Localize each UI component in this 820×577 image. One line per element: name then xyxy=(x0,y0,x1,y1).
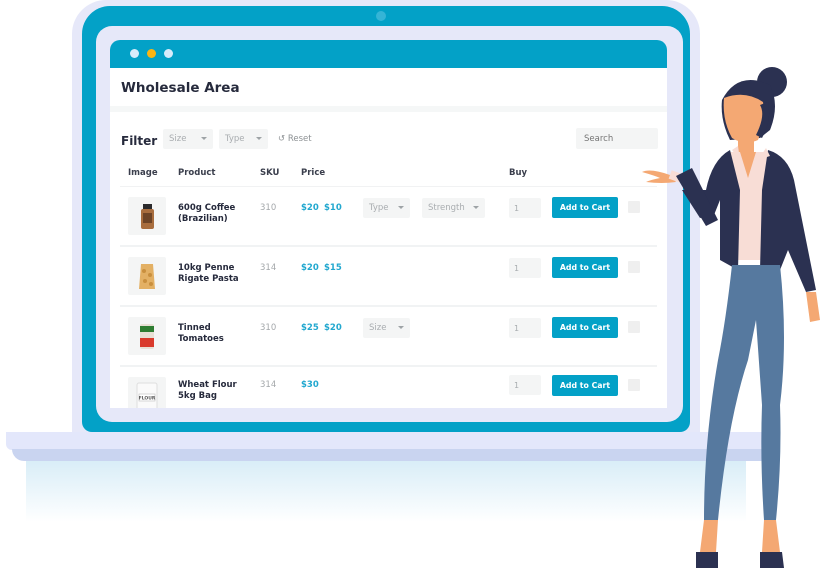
minimize-dot-icon[interactable] xyxy=(147,49,156,58)
table-row: 600g Coffee (Brazilian) 310 $20 $10 Type… xyxy=(120,187,657,247)
coffee-jar-image xyxy=(128,197,166,235)
tomato-can-image xyxy=(128,317,166,355)
add-to-cart-button[interactable]: Add to Cart xyxy=(552,257,618,278)
price-original: $25 xyxy=(301,323,319,333)
product-name[interactable]: Wheat Flour 5kg Bag xyxy=(178,380,253,402)
pasta-bag-image xyxy=(128,257,166,295)
type-option-select[interactable]: Type xyxy=(363,198,410,218)
flour-bag-image: FLOUR xyxy=(128,377,166,408)
size-option-select[interactable]: Size xyxy=(363,318,410,338)
column-header-price: Price xyxy=(301,168,326,178)
reset-button[interactable]: ↺ Reset xyxy=(278,134,312,144)
type-filter-select[interactable]: Type xyxy=(219,129,268,149)
quantity-input[interactable] xyxy=(509,375,541,395)
chevron-down-icon xyxy=(473,206,479,209)
price-wholesale: $20 xyxy=(324,323,342,333)
chevron-down-icon xyxy=(398,326,404,329)
camera-icon xyxy=(376,11,386,21)
strength-option-select[interactable]: Strength xyxy=(422,198,485,218)
filter-label: Filter xyxy=(121,134,158,148)
right-shoe xyxy=(760,552,784,568)
column-header-buy: Buy xyxy=(509,168,528,178)
table-row: Tinned Tomatoes 310 $25 $20 Size Add to … xyxy=(120,307,657,367)
size-filter-select[interactable]: Size xyxy=(163,129,213,149)
woman-presenting-illustration xyxy=(642,67,820,568)
chevron-down-icon xyxy=(201,137,207,140)
quantity-input[interactable] xyxy=(509,198,541,218)
table-row: 10kg Penne Rigate Pasta 314 $20 $15 Add … xyxy=(120,247,657,307)
add-to-cart-button[interactable]: Add to Cart xyxy=(552,317,618,338)
page-title: Wholesale Area xyxy=(121,80,240,96)
price-wholesale: $15 xyxy=(324,263,342,273)
price-original: $20 xyxy=(301,203,319,213)
quantity-input[interactable] xyxy=(509,258,541,278)
add-to-cart-button[interactable]: Add to Cart xyxy=(552,197,618,218)
undo-icon: ↺ xyxy=(278,134,286,144)
left-shoe xyxy=(696,552,718,568)
chevron-down-icon xyxy=(256,137,262,140)
browser-window: Wholesale Area Filter Size Type ↺ Reset … xyxy=(110,40,667,408)
product-name[interactable]: 600g Coffee (Brazilian) xyxy=(178,203,253,225)
product-name[interactable]: 10kg Penne Rigate Pasta xyxy=(178,263,253,285)
quantity-input[interactable] xyxy=(509,318,541,338)
column-header-product: Product xyxy=(178,168,216,178)
svg-text:FLOUR: FLOUR xyxy=(139,396,156,402)
product-sku: 314 xyxy=(260,380,277,390)
window-titlebar xyxy=(110,40,667,68)
price-original: $20 xyxy=(301,263,319,273)
column-header-sku: SKU xyxy=(260,168,280,178)
product-table: Image Product SKU Price Buy 600g Coffee … xyxy=(120,162,657,408)
type-filter-value: Type xyxy=(225,134,245,144)
product-name[interactable]: Tinned Tomatoes xyxy=(178,323,253,345)
product-sku: 310 xyxy=(260,323,277,333)
add-to-cart-button[interactable]: Add to Cart xyxy=(552,375,618,396)
filter-bar: Filter Size Type ↺ Reset xyxy=(110,112,667,162)
reset-label: Reset xyxy=(287,134,312,144)
price-wholesale: $30 xyxy=(301,380,319,390)
product-sku: 314 xyxy=(260,263,277,273)
table-header: Image Product SKU Price Buy xyxy=(120,162,657,187)
price-wholesale: $10 xyxy=(324,203,342,213)
table-row: FLOUR Wheat Flour 5kg Bag 314 $30 Add to… xyxy=(120,367,657,408)
close-dot-icon[interactable] xyxy=(130,49,139,58)
size-filter-value: Size xyxy=(169,134,187,144)
product-sku: 310 xyxy=(260,203,277,213)
chevron-down-icon xyxy=(398,206,404,209)
column-header-image: Image xyxy=(128,168,158,178)
maximize-dot-icon[interactable] xyxy=(164,49,173,58)
jeans xyxy=(704,265,784,520)
page-header: Wholesale Area xyxy=(110,68,667,106)
